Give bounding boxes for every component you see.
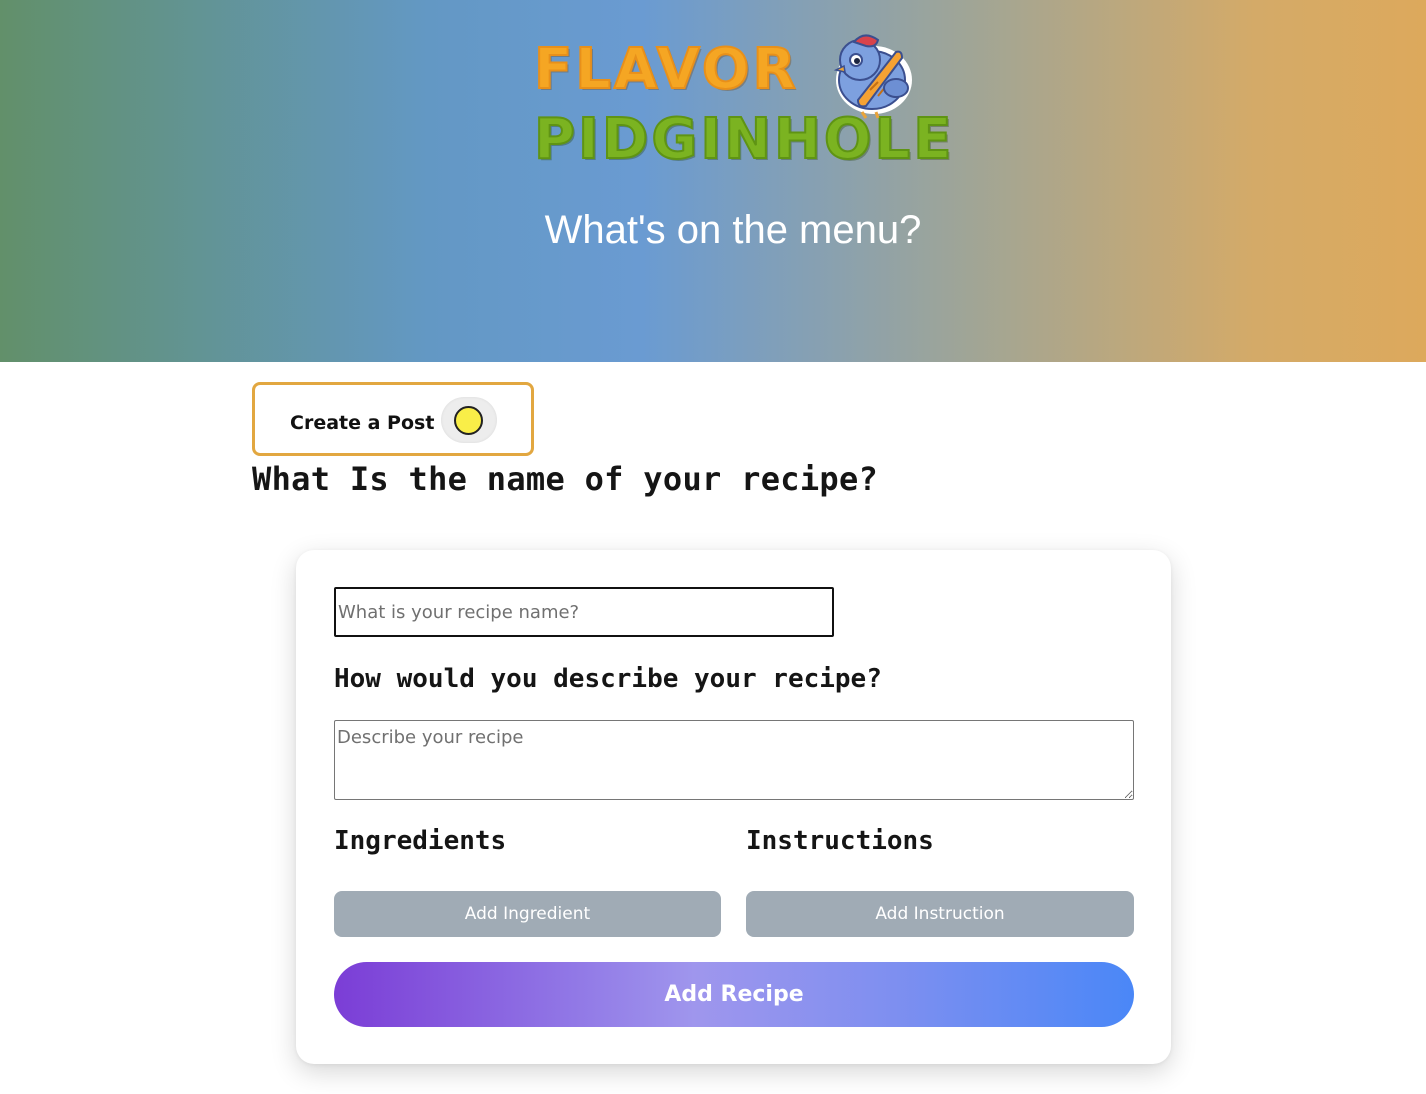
ingredients-heading: Ingredients (334, 826, 507, 856)
logo-text-pidginhole: PIDGINHOLE (533, 107, 955, 172)
create-post-toggle[interactable] (441, 397, 497, 443)
recipe-description-question: How would you describe your recipe? (334, 664, 882, 694)
recipe-description-textarea[interactable] (334, 720, 1134, 800)
page-tagline: What's on the menu? (544, 208, 922, 252)
create-post-toggle-card: Create a Post (252, 382, 534, 456)
logo-text-flavor: FLAVOR (533, 37, 799, 102)
recipe-name-input[interactable] (334, 587, 834, 637)
hero-banner: FLAVOR PIDGINHOLE What's on the menu? (0, 0, 1426, 362)
toggle-knob (454, 406, 483, 435)
site-logo[interactable]: FLAVOR PIDGINHOLE (528, 24, 952, 174)
recipe-name-question: What Is the name of your recipe? (252, 460, 879, 498)
instructions-heading: Instructions (746, 826, 934, 856)
create-post-label: Create a Post (290, 412, 435, 434)
add-ingredient-button[interactable]: Add Ingredient (334, 891, 721, 937)
recipe-form-card: How would you describe your recipe? Ingr… (296, 550, 1171, 1064)
pigeon-mascot-icon (833, 34, 912, 119)
add-instruction-button[interactable]: Add Instruction (746, 891, 1134, 937)
add-recipe-button[interactable]: Add Recipe (334, 962, 1134, 1027)
